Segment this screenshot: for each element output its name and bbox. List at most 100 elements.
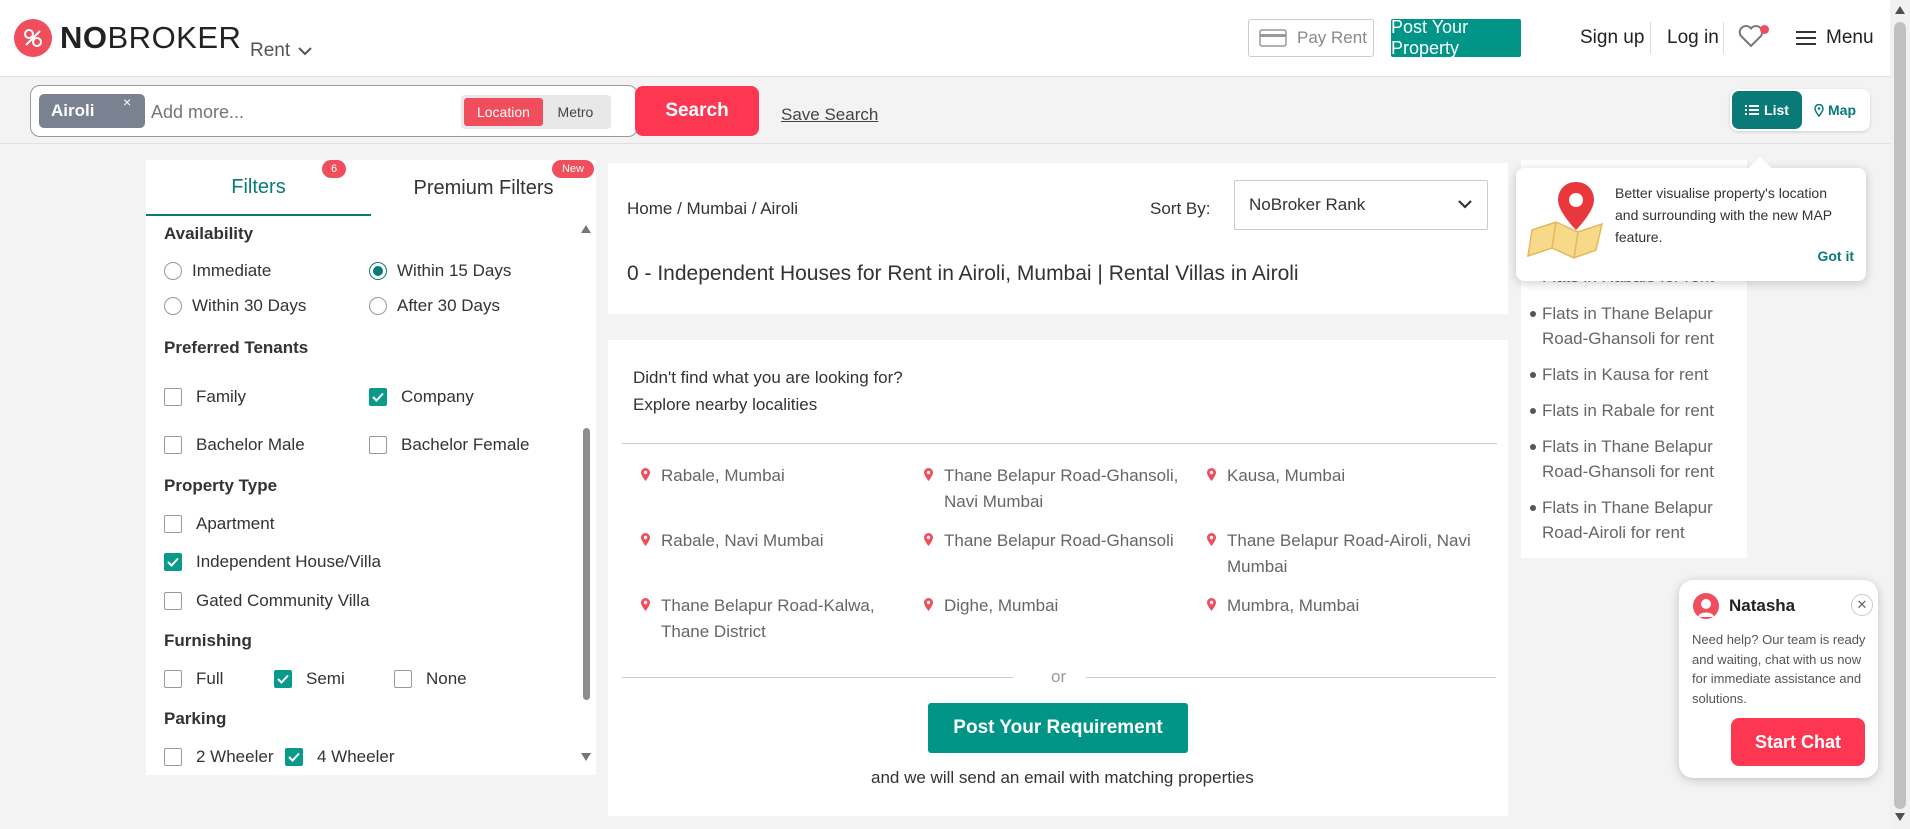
checkbox-family[interactable]: Family	[164, 387, 246, 407]
locality-label: Rabale, Mumbai	[661, 466, 785, 485]
radio-within-15-days[interactable]: Within 15 Days	[369, 261, 511, 281]
or-separator: or	[1051, 667, 1067, 686]
logo-text: NOBROKER	[60, 20, 242, 55]
locality-link[interactable]: Rabale, Mumbai	[640, 463, 910, 489]
checkbox-apartment[interactable]: Apartment	[164, 514, 274, 534]
related-link[interactable]: Flats in Thane Belapur Road-Airoli for r…	[1530, 495, 1732, 545]
chat-widget: Natasha ✕ Need help? Our team is ready a…	[1679, 580, 1878, 778]
search-input[interactable]	[151, 99, 471, 125]
related-link[interactable]: Flats in Kausa for rent	[1530, 362, 1732, 387]
locality-link[interactable]: Kausa, Mumbai	[1206, 463, 1476, 489]
checkbox	[164, 592, 182, 610]
locality-label: Mumbra, Mumbai	[1227, 596, 1360, 615]
pay-rent-button[interactable]: Pay Rent	[1248, 19, 1374, 57]
header-divider	[1723, 22, 1724, 54]
menu-label: Menu	[1826, 27, 1874, 48]
nobroker-logo[interactable]: NOBROKER	[14, 19, 241, 57]
locality-link[interactable]: Mumbra, Mumbai	[1206, 593, 1476, 619]
save-search-link[interactable]: Save Search	[781, 105, 878, 125]
start-chat-button[interactable]: Start Chat	[1731, 718, 1865, 766]
locality-link[interactable]: Thane Belapur Road-Kalwa, Thane District	[640, 593, 910, 645]
checkbox-full[interactable]: Full	[164, 669, 223, 689]
checkbox-bachelor-male[interactable]: Bachelor Male	[164, 435, 305, 455]
checkbox-label: None	[426, 669, 467, 688]
sort-select[interactable]: NoBroker Rank	[1234, 180, 1488, 230]
divider	[1086, 677, 1496, 678]
chip-remove-icon[interactable]: ×	[123, 94, 131, 110]
scroll-down-arrow-icon[interactable]	[1895, 813, 1905, 821]
breadcrumb[interactable]: Home / Mumbai / Airoli	[627, 199, 798, 219]
location-pin-icon	[641, 533, 650, 546]
checkbox-company[interactable]: Company	[369, 387, 474, 407]
related-link[interactable]: Flats in Thane Belapur Road-Ghansoli for…	[1530, 301, 1732, 351]
checkbox-label: Semi	[306, 669, 345, 688]
menu-button[interactable]: Menu	[1796, 27, 1874, 49]
radio-within-30-days[interactable]: Within 30 Days	[164, 296, 306, 316]
header-divider	[1650, 22, 1651, 54]
related-link[interactable]: Flats in Rabale for rent	[1530, 398, 1732, 423]
post-requirement-button[interactable]: Post Your Requirement	[928, 703, 1188, 753]
related-link[interactable]: Flats in Thane Belapur Road-Ghansoli for…	[1530, 434, 1732, 484]
hamburger-icon	[1796, 31, 1816, 45]
post-property-button[interactable]: Post Your Property	[1391, 17, 1521, 58]
tab-filters-label: Filters	[231, 175, 286, 198]
locality-link[interactable]: Dighe, Mumbai	[923, 593, 1193, 619]
search-mode-toggle: Location Metro	[461, 95, 611, 129]
scroll-up-arrow-icon[interactable]	[1895, 6, 1905, 14]
sign-up-link[interactable]: Sign up	[1580, 27, 1644, 49]
search-button[interactable]: Search	[635, 86, 759, 136]
sort-value: NoBroker Rank	[1249, 195, 1366, 214]
divider	[622, 677, 1013, 678]
radio-immediate[interactable]: Immediate	[164, 261, 271, 281]
locality-link[interactable]: Rabale, Navi Mumbai	[640, 528, 910, 554]
top-header: NOBROKER Rent Pay Rent Post Your Propert…	[0, 0, 1890, 77]
not-found-text: Didn't find what you are looking for?	[633, 368, 903, 387]
location-pin-icon	[924, 468, 933, 481]
close-icon[interactable]: ✕	[1851, 594, 1873, 616]
filters-scrollbar-thumb[interactable]	[583, 428, 590, 700]
search-bar: Airoli × Location Metro	[0, 78, 1890, 144]
checkbox-semi[interactable]: Semi	[274, 669, 345, 689]
radio-label: Within 15 Days	[397, 261, 512, 280]
checkbox-bachelor-female[interactable]: Bachelor Female	[369, 435, 530, 455]
scroll-up-arrow-icon[interactable]	[580, 224, 592, 234]
map-illustration-icon	[1527, 182, 1604, 259]
checkbox	[394, 670, 412, 688]
logo-icon	[14, 19, 52, 57]
checkbox	[164, 515, 182, 533]
locality-link[interactable]: Thane Belapur Road-Ghansoli, Navi Mumbai	[923, 463, 1193, 515]
checkbox-label: 2 Wheeler	[196, 747, 274, 766]
checkbox-4-wheeler[interactable]: 4 Wheeler	[285, 747, 394, 767]
locality-label: Dighe, Mumbai	[944, 596, 1059, 615]
chat-message: Need help? Our team is ready and waiting…	[1692, 632, 1866, 706]
radio-button	[369, 297, 387, 315]
got-it-button[interactable]: Got it	[1817, 248, 1854, 264]
checkbox-none[interactable]: None	[394, 669, 467, 689]
toggle-metro[interactable]: Metro	[543, 98, 608, 126]
rent-dropdown[interactable]: Rent	[250, 40, 312, 62]
radio-after-30-days[interactable]: After 30 Days	[369, 296, 500, 316]
locality-link[interactable]: Thane Belapur Road-Airoli, Navi Mumbai	[1206, 528, 1476, 580]
locality-label: Thane Belapur Road-Airoli, Navi Mumbai	[1227, 531, 1471, 576]
checkbox-label: Family	[196, 387, 247, 406]
checkbox	[164, 553, 182, 571]
scroll-down-arrow-icon[interactable]	[580, 752, 592, 762]
log-in-link[interactable]: Log in	[1667, 27, 1719, 49]
checkbox-2-wheeler[interactable]: 2 Wheeler	[164, 747, 273, 767]
chevron-down-icon	[298, 46, 312, 55]
pay-rent-label: Pay Rent	[1297, 28, 1367, 47]
locality-link[interactable]: Thane Belapur Road-Ghansoli	[923, 528, 1193, 554]
locality-label: Rabale, Navi Mumbai	[661, 531, 824, 550]
checkbox-independent-house[interactable]: Independent House/Villa	[164, 552, 381, 572]
checkbox-gated-community-villa[interactable]: Gated Community Villa	[164, 591, 370, 611]
furnishing-heading: Furnishing	[164, 631, 252, 650]
locality-label: Thane Belapur Road-Ghansoli	[944, 531, 1174, 550]
location-pin-icon	[641, 468, 650, 481]
page-scrollbar-thumb[interactable]	[1894, 22, 1906, 809]
checkbox-label: Full	[196, 669, 224, 688]
map-view-button[interactable]: Map	[1802, 102, 1868, 118]
tab-premium-label: Premium Filters	[413, 176, 554, 199]
list-view-button[interactable]: List	[1732, 91, 1802, 129]
checkbox	[164, 748, 182, 766]
toggle-location[interactable]: Location	[464, 98, 543, 126]
